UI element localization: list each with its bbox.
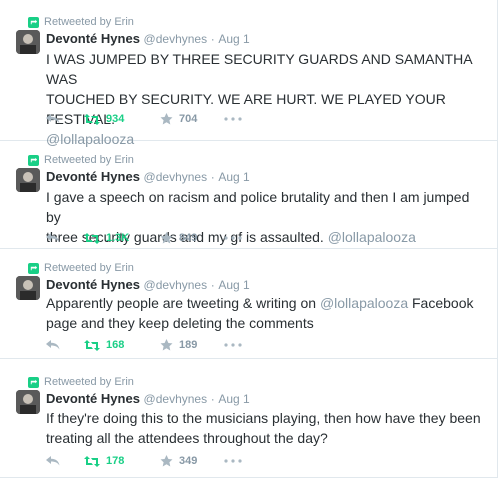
tweet-time[interactable]: Aug 1 — [218, 392, 249, 406]
reply-button[interactable] — [46, 113, 68, 125]
tweet[interactable]: Retweeted by Erin Devonté Hynes @devhyne… — [0, 141, 498, 249]
author-name[interactable]: Devonté Hynes — [46, 391, 140, 406]
reply-button[interactable] — [46, 232, 68, 244]
star-icon — [160, 113, 173, 125]
tweet-text: I WAS JUMPED BY THREE SECURITY GUARDS AN… — [46, 49, 486, 149]
favorite-count: 189 — [179, 339, 198, 351]
tweet-actions: 168 189 — [46, 337, 248, 353]
retweet-button[interactable]: 178 — [84, 455, 160, 467]
retweet-button[interactable]: 168 — [84, 339, 160, 351]
tweet-actions: 178 349 — [46, 453, 248, 469]
tweet-text: Apparently people are tweeting & writing… — [46, 293, 486, 333]
favorite-button[interactable]: 704 — [160, 113, 224, 125]
tweet[interactable]: Retweeted by Erin Devonté Hynes @devhyne… — [0, 0, 498, 147]
author-name[interactable]: Devonté Hynes — [46, 31, 140, 46]
star-icon — [160, 455, 173, 467]
star-icon — [160, 232, 173, 244]
retweet-icon — [28, 16, 39, 28]
tweet[interactable]: Retweeted by Erin Devonté Hynes @devhyne… — [0, 359, 498, 478]
author-handle[interactable]: @devhynes — [144, 392, 208, 406]
retweet-count: 934 — [106, 113, 125, 125]
tweet-line: treating all the attendees throughout th… — [46, 430, 328, 446]
retweet-button[interactable]: 1.3K — [84, 232, 160, 244]
tweet[interactable]: Retweeted by Erin Devonté Hynes @devhyne… — [0, 249, 498, 359]
favorite-count: 849 — [179, 232, 198, 244]
tweet-time[interactable]: Aug 1 — [218, 32, 249, 46]
tweet-time[interactable]: Aug 1 — [218, 170, 249, 184]
star-icon — [160, 339, 173, 351]
tweet-text: If they're doing this to the musicians p… — [46, 408, 486, 448]
more-icon — [224, 343, 242, 347]
reply-icon — [46, 340, 60, 350]
more-icon — [224, 117, 242, 121]
retweeted-by-label: Retweeted by Erin — [44, 154, 134, 166]
reply-icon — [46, 233, 60, 243]
retweet-icon — [28, 376, 39, 388]
more-button[interactable] — [224, 117, 248, 121]
retweet-count: 168 — [106, 339, 125, 351]
retweeted-by-context: Retweeted by Erin — [28, 261, 134, 275]
retweet-count: 178 — [106, 455, 125, 467]
tweet-header: Devonté Hynes @devhynes · Aug 1 — [46, 391, 250, 406]
tweet-line: Apparently people are tweeting & writing… — [46, 295, 320, 311]
retweeted-by-context: Retweeted by Erin — [28, 153, 134, 167]
more-icon — [224, 236, 242, 240]
author-handle[interactable]: @devhynes — [144, 170, 208, 184]
tweet-line: Facebook — [408, 295, 474, 311]
retweeted-by-context: Retweeted by Erin — [28, 375, 134, 389]
retweet-icon — [84, 455, 100, 467]
retweet-icon — [84, 232, 100, 244]
retweeted-by-context: Retweeted by Erin — [28, 15, 134, 29]
more-button[interactable] — [224, 236, 248, 240]
retweet-button[interactable]: 934 — [84, 113, 160, 125]
tweet-line: I gave a speech on racism and police bru… — [46, 189, 470, 225]
tweet-actions: 934 704 — [46, 111, 248, 127]
reply-button[interactable] — [46, 455, 68, 467]
retweet-icon — [28, 154, 39, 166]
author-name[interactable]: Devonté Hynes — [46, 277, 140, 292]
reply-icon — [46, 114, 60, 124]
more-button[interactable] — [224, 343, 248, 347]
tweet-header: Devonté Hynes @devhynes · Aug 1 — [46, 169, 250, 184]
tweet-actions: 1.3K 849 — [46, 230, 248, 246]
more-icon — [224, 459, 242, 463]
retweet-icon — [84, 113, 100, 125]
author-name[interactable]: Devonté Hynes — [46, 169, 140, 184]
favorite-button[interactable]: 349 — [160, 455, 224, 467]
more-button[interactable] — [224, 459, 248, 463]
retweet-icon — [28, 262, 39, 274]
mention-link[interactable]: @lollapalooza — [320, 295, 408, 311]
favorite-button[interactable]: 849 — [160, 232, 224, 244]
timeline: Retweeted by Erin Devonté Hynes @devhyne… — [0, 0, 500, 484]
author-handle[interactable]: @devhynes — [144, 32, 208, 46]
reply-icon — [46, 456, 60, 466]
mention-link[interactable]: @lollapalooza — [328, 229, 416, 245]
favorite-count: 704 — [179, 113, 198, 125]
tweet-line: If they're doing this to the musicians p… — [46, 410, 481, 426]
avatar[interactable] — [16, 30, 40, 54]
author-handle[interactable]: @devhynes — [144, 278, 208, 292]
tweet-time[interactable]: Aug 1 — [218, 278, 249, 292]
tweet-line: page and they keep deleting the comments — [46, 315, 314, 331]
reply-button[interactable] — [46, 339, 68, 351]
favorite-button[interactable]: 189 — [160, 339, 224, 351]
avatar[interactable] — [16, 168, 40, 192]
tweet-header: Devonté Hynes @devhynes · Aug 1 — [46, 31, 250, 46]
retweeted-by-label: Retweeted by Erin — [44, 16, 134, 28]
avatar[interactable] — [16, 276, 40, 300]
retweeted-by-label: Retweeted by Erin — [44, 376, 134, 388]
tweet-line: I WAS JUMPED BY THREE SECURITY GUARDS AN… — [46, 51, 472, 87]
retweet-icon — [84, 339, 100, 351]
retweet-count: 1.3K — [106, 232, 130, 244]
favorite-count: 349 — [179, 455, 198, 467]
avatar[interactable] — [16, 390, 40, 414]
retweeted-by-label: Retweeted by Erin — [44, 262, 134, 274]
tweet-header: Devonté Hynes @devhynes · Aug 1 — [46, 277, 250, 292]
